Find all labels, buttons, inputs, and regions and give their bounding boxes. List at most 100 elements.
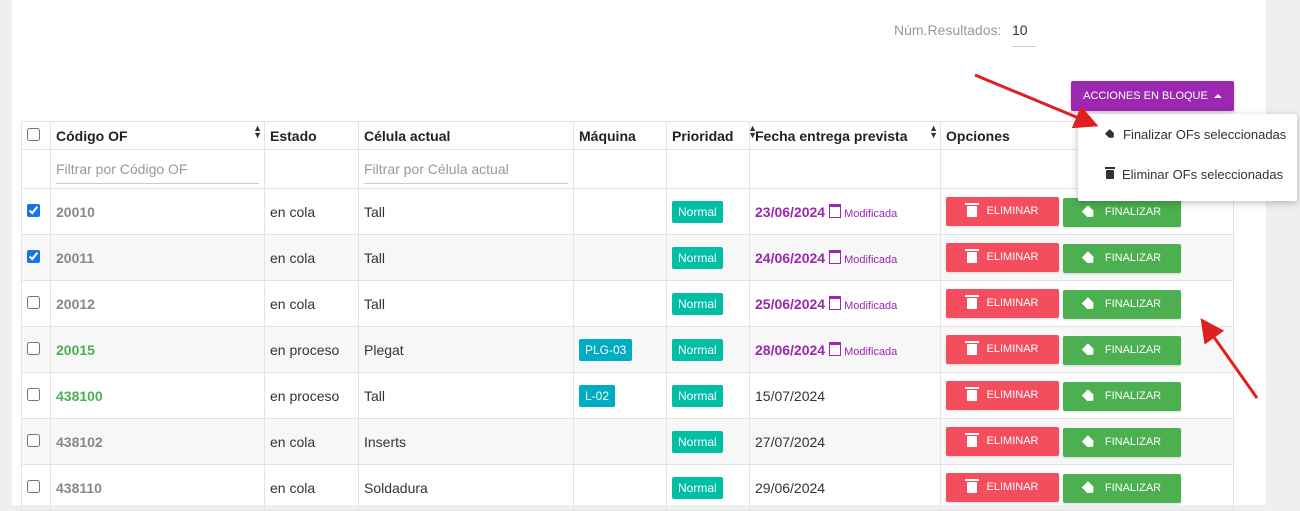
finish-label: FINALIZAR	[1104, 252, 1162, 264]
state-cell: en cola	[264, 464, 359, 511]
header-prioridad[interactable]: Prioridad ▲ ▼	[666, 121, 757, 150]
header-celula: Célula actual	[358, 121, 574, 150]
machine-cell	[573, 234, 667, 281]
cell-text: Tall	[364, 295, 386, 312]
options-cell: ELIMINAR FINALIZAR	[940, 280, 1234, 327]
finish-button[interactable]: FINALIZAR	[1063, 427, 1181, 457]
modified-label: Modificada	[844, 207, 898, 220]
delete-button[interactable]: ELIMINAR	[946, 288, 1059, 318]
table-row: 438110 en cola Soldadura Normal 29/06/20…	[21, 464, 1234, 511]
delete-label: ELIMINAR	[986, 435, 1039, 447]
of-code[interactable]: 20015	[56, 342, 95, 358]
menu-item-label: Eliminar OFs seleccionadas	[1122, 166, 1284, 182]
tag-icon	[1105, 128, 1116, 139]
row-select-cell	[21, 464, 51, 511]
delete-button[interactable]: ELIMINAR	[946, 472, 1059, 502]
code-cell: 438100	[50, 372, 265, 419]
state-text: en cola	[270, 433, 316, 450]
results-select[interactable]: 10	[1012, 22, 1036, 47]
of-code[interactable]: 20011	[56, 250, 94, 266]
row-checkbox[interactable]	[27, 341, 40, 355]
machine-badge: PLG-03	[579, 338, 633, 361]
header-fecha[interactable]: Fecha entrega prevista ▲ ▼	[749, 121, 941, 150]
machine-cell	[573, 188, 667, 235]
finish-label: FINALIZAR	[1104, 344, 1162, 356]
cell-cell: Tall	[358, 188, 574, 235]
tag-icon	[1081, 297, 1096, 312]
of-code[interactable]: 20012	[56, 296, 95, 312]
table-row: 20010 en cola Tall Normal 23/06/2024 Modi…	[21, 188, 1234, 235]
code-cell: 438102	[50, 418, 265, 465]
filter-codigo-input[interactable]	[56, 154, 259, 184]
state-cell: en proceso	[264, 326, 359, 373]
options-cell: ELIMINAR FINALIZAR	[940, 418, 1234, 465]
finish-button[interactable]: FINALIZAR	[1063, 197, 1181, 227]
row-checkbox[interactable]	[27, 249, 40, 263]
date-cell: 24/06/2024 Modificada	[749, 234, 941, 281]
date-text: 25/06/2024	[755, 295, 826, 312]
trash-icon	[964, 478, 979, 493]
sort-icon[interactable]: ▲ ▼	[929, 124, 938, 140]
priority-cell: Normal	[666, 372, 750, 419]
state-text: en proceso	[270, 341, 340, 358]
priority-cell: Normal	[666, 418, 750, 465]
finish-button[interactable]: FINALIZAR	[1063, 335, 1181, 365]
date-cell: 27/07/2024	[749, 418, 941, 465]
filter-cell	[50, 149, 265, 189]
options-cell: ELIMINAR FINALIZAR	[940, 464, 1234, 511]
table-row: 438100 en proceso Tall L-02 Normal 15/07…	[21, 372, 1234, 419]
finish-label: FINALIZAR	[1104, 390, 1162, 402]
of-code[interactable]: 438110	[56, 480, 102, 496]
finish-button[interactable]: FINALIZAR	[1063, 289, 1181, 319]
state-cell: en cola	[264, 280, 359, 327]
of-code[interactable]: 438100	[56, 388, 103, 404]
delete-button[interactable]: ELIMINAR	[946, 380, 1059, 410]
cell-cell: Soldadura	[358, 464, 574, 511]
header-codigo[interactable]: Código OF ▲ ▼	[50, 121, 265, 150]
menu-item-finalizar[interactable]: Finalizar OFs seleccionadas	[1078, 114, 1297, 154]
date-cell: 29/06/2024	[749, 464, 941, 511]
date-text: 15/07/2024	[755, 387, 826, 404]
cell-text: Inserts	[364, 433, 407, 450]
cell-text: Tall	[364, 203, 386, 220]
row-checkbox[interactable]	[27, 387, 40, 401]
of-code[interactable]: 438102	[56, 434, 103, 450]
priority-badge: Normal	[672, 430, 723, 453]
finish-label: FINALIZAR	[1104, 482, 1162, 494]
trash-icon	[1105, 166, 1115, 179]
delete-button[interactable]: ELIMINAR	[946, 334, 1059, 364]
delete-button[interactable]: ELIMINAR	[946, 242, 1059, 272]
bulk-actions-button[interactable]: ACCIONES EN BLOQUE	[1071, 81, 1234, 111]
finish-button[interactable]: FINALIZAR	[1063, 381, 1181, 411]
header-celula-label: Célula actual	[364, 127, 451, 144]
sort-icon[interactable]: ▲ ▼	[253, 124, 262, 140]
filter-row	[21, 149, 1234, 189]
machine-cell: PLG-03	[573, 326, 667, 373]
row-select-cell	[21, 372, 51, 419]
filter-cell	[264, 149, 359, 189]
menu-item-eliminar[interactable]: Eliminar OFs seleccionadas	[1078, 154, 1297, 194]
of-code[interactable]: 20010	[56, 204, 95, 220]
row-checkbox[interactable]	[27, 433, 40, 447]
state-cell: en cola	[264, 188, 359, 235]
finish-button[interactable]: FINALIZAR	[1063, 473, 1181, 503]
cell-cell: Tall	[358, 280, 574, 327]
row-checkbox[interactable]	[27, 295, 40, 309]
calendar-icon	[829, 341, 842, 356]
filter-celula-input[interactable]	[364, 154, 568, 184]
calendar-icon	[829, 203, 842, 218]
delete-button[interactable]: ELIMINAR	[946, 426, 1059, 456]
row-checkbox[interactable]	[27, 203, 40, 217]
calendar-icon	[829, 249, 842, 264]
delete-label: ELIMINAR	[986, 205, 1039, 217]
delete-button[interactable]: ELIMINAR	[946, 196, 1059, 226]
finish-button[interactable]: FINALIZAR	[1063, 243, 1181, 273]
select-all-checkbox[interactable]	[27, 127, 40, 141]
header-codigo-label: Código OF	[56, 127, 128, 144]
table-header: Código OF ▲ ▼ Estado Célula actual Máquin…	[21, 121, 1234, 150]
date-text: 24/06/2024	[755, 249, 826, 266]
trash-icon	[964, 386, 979, 401]
row-checkbox[interactable]	[27, 479, 40, 493]
state-text: en cola	[270, 295, 316, 312]
modified-label: Modificada	[844, 345, 898, 358]
